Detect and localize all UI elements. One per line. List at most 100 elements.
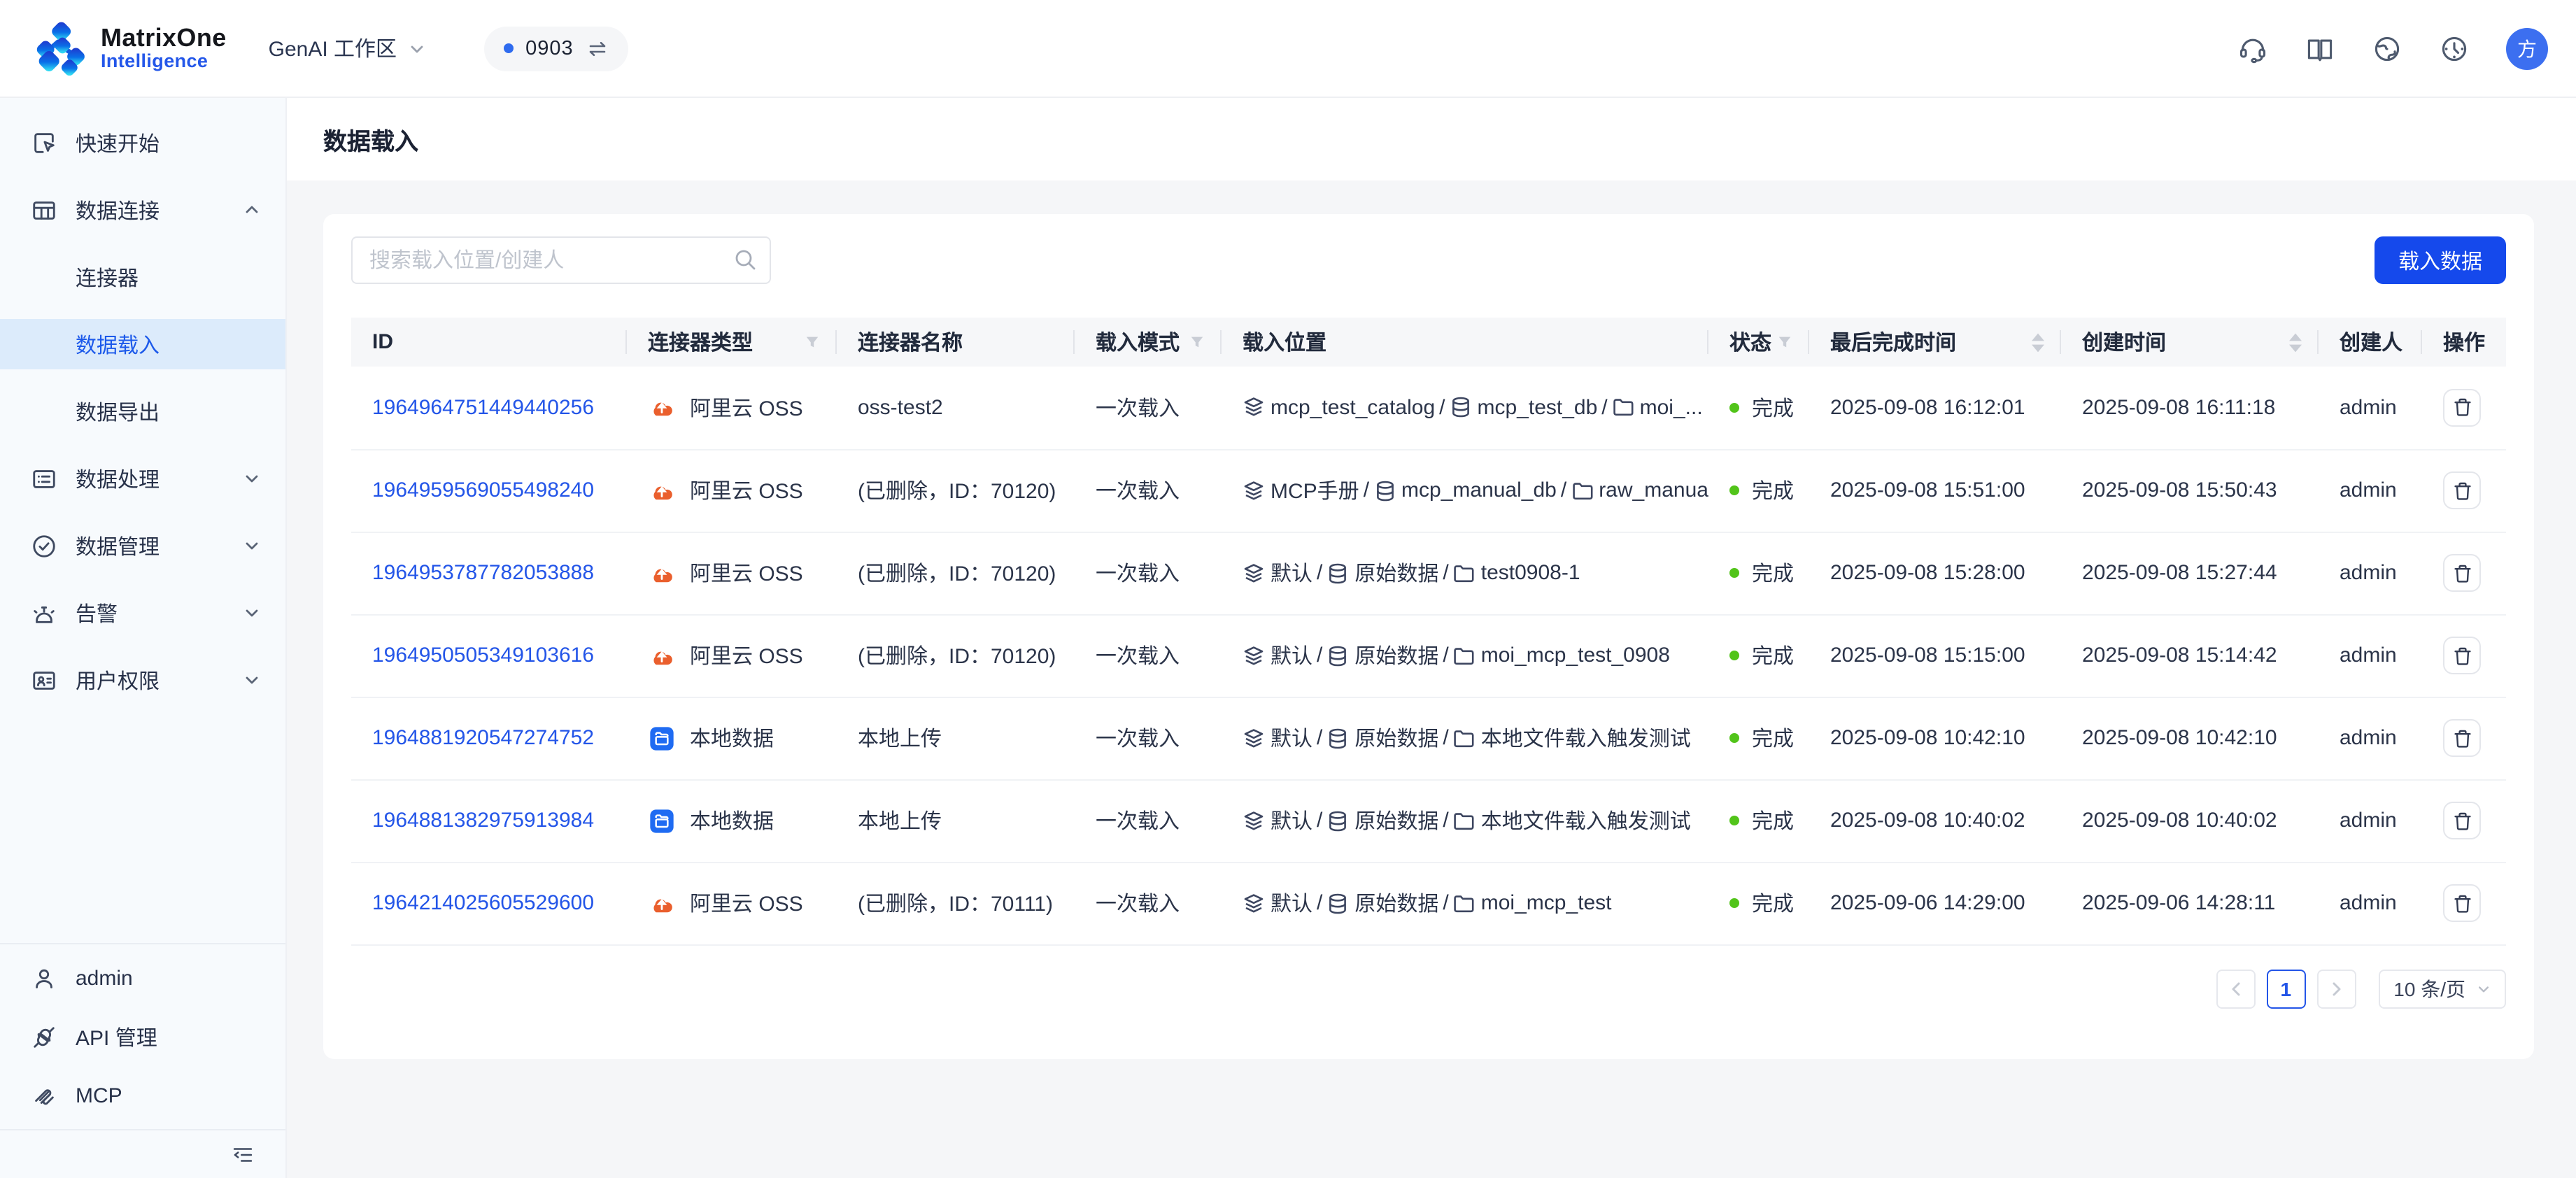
sort-icon[interactable] [2032, 332, 2044, 352]
sidebar-item-data-management[interactable]: 数据管理 [0, 520, 285, 571]
cell-actions [2422, 449, 2506, 532]
row-id-link[interactable]: 1964950505349103616 [372, 644, 594, 667]
delete-row-button[interactable] [2443, 719, 2481, 757]
menu-fold-icon[interactable] [231, 1142, 255, 1166]
cell-connector-type: 阿里云 OSS [627, 367, 837, 449]
database-icon [1326, 644, 1349, 667]
globe-icon[interactable] [2372, 33, 2402, 64]
row-id-link[interactable]: 1964881382975913984 [372, 809, 594, 832]
cell-created: 2025-09-08 15:50:43 [2061, 449, 2319, 532]
column-header-connector-type[interactable]: 连接器类型 [627, 318, 837, 367]
swap-icon [586, 37, 609, 59]
column-header-load-mode[interactable]: 载入模式 [1075, 318, 1222, 367]
status-label: 完成 [1752, 476, 1794, 505]
sidebar-item-label: admin [76, 966, 133, 990]
row-id-link[interactable]: 1964953787782053888 [372, 561, 594, 585]
filter-icon[interactable] [1777, 334, 1792, 350]
status-dot [1729, 898, 1739, 908]
filter-icon[interactable] [805, 334, 820, 350]
cell-load-mode: 一次载入 [1075, 697, 1222, 779]
location-folder: 本地文件载入触发测试 [1481, 723, 1691, 753]
cell-creator: admin [2319, 779, 2422, 862]
connector-type-label: 本地数据 [690, 723, 774, 753]
environment-pill[interactable]: 0903 [483, 26, 628, 71]
pagination-prev-button[interactable] [2216, 969, 2255, 1008]
sidebar-item-label: 用户权限 [76, 665, 160, 695]
user-avatar[interactable]: 方 [2506, 27, 2548, 69]
search-input[interactable] [351, 236, 771, 284]
headset-icon[interactable] [2237, 33, 2268, 64]
cell-id: 1964964751449440256 [351, 367, 627, 449]
delete-row-button[interactable] [2443, 884, 2481, 922]
pagination-page-1[interactable]: 1 [2266, 969, 2305, 1008]
cell-load-location: 默认/ 原始数据/ [1222, 697, 1708, 779]
workspace-selector[interactable]: GenAI 工作区 [269, 34, 425, 63]
search-icon[interactable] [733, 248, 757, 271]
folder-icon [1453, 892, 1475, 914]
sort-icon[interactable] [2289, 332, 2302, 352]
row-id-link[interactable]: 1964881920547274752 [372, 726, 594, 750]
trash-icon [2452, 728, 2472, 748]
sidebar-item-mcp[interactable]: MCP [0, 1070, 285, 1121]
database-icon [1326, 892, 1349, 914]
cell-actions [2422, 367, 2506, 449]
load-data-button[interactable]: 载入数据 [2375, 236, 2506, 284]
status-dot [1729, 816, 1739, 825]
folder-icon [1453, 727, 1475, 749]
sidebar-item-admin[interactable]: admin [0, 953, 285, 1003]
column-header-status[interactable]: 状态 [1708, 318, 1809, 367]
sidebar-item-user-permissions[interactable]: 用户权限 [0, 655, 285, 705]
cell-load-mode: 一次载入 [1075, 449, 1222, 532]
cell-created: 2025-09-08 10:40:02 [2061, 779, 2319, 862]
cell-load-mode: 一次载入 [1075, 779, 1222, 862]
column-header-connector-name: 连接器名称 [837, 318, 1075, 367]
cell-id: 1964959569055498240 [351, 449, 627, 532]
folder-icon [1453, 809, 1475, 832]
sidebar-item-connector[interactable]: 连接器 [0, 252, 285, 302]
row-id-link[interactable]: 1964214025605529600 [372, 891, 594, 915]
column-header-created[interactable]: 创建时间 [2061, 318, 2319, 367]
cell-connector-name: (已删除，ID：70120) [837, 449, 1075, 532]
sidebar-item-api-management[interactable]: API 管理 [0, 1012, 285, 1062]
connector-type-label: 阿里云 OSS [690, 888, 803, 918]
sidebar-item-data-processing[interactable]: 数据处理 [0, 453, 285, 504]
delete-row-button[interactable] [2443, 637, 2481, 674]
column-header-last-finished[interactable]: 最后完成时间 [1809, 318, 2061, 367]
cell-status: 完成 [1708, 449, 1809, 532]
clock-icon[interactable] [2439, 33, 2470, 64]
pagination-next-button[interactable] [2316, 969, 2356, 1008]
delete-row-button[interactable] [2443, 554, 2481, 592]
cell-creator: admin [2319, 862, 2422, 944]
delete-row-button[interactable] [2443, 802, 2481, 839]
cell-connector-name: (已删除，ID：70111) [837, 862, 1075, 944]
sidebar-item-quick-start[interactable]: 快速开始 [0, 118, 285, 168]
sidebar-item-data-connection[interactable]: 数据连接 [0, 185, 285, 235]
row-id-link[interactable]: 1964964751449440256 [372, 396, 594, 420]
data-management-icon [31, 532, 57, 559]
sidebar-item-data-export[interactable]: 数据导出 [0, 386, 285, 437]
delete-row-button[interactable] [2443, 389, 2481, 427]
page-title: 数据载入 [323, 122, 418, 157]
cell-last-finished: 2025-09-08 16:12:01 [1809, 367, 2061, 449]
sidebar-item-alerts[interactable]: 告警 [0, 588, 285, 638]
app-root: MatrixOne Intelligence GenAI 工作区 0903 [0, 0, 2576, 1178]
connector-type-label: 阿里云 OSS [690, 641, 803, 670]
database-icon [1373, 479, 1396, 502]
cell-id: 1964881920547274752 [351, 697, 627, 779]
chevron-left-icon [2228, 981, 2242, 995]
cell-last-finished: 2025-09-08 15:15:00 [1809, 614, 2061, 697]
filter-icon[interactable] [1189, 334, 1205, 350]
sidebar-item-data-loading[interactable]: 数据载入 [0, 319, 285, 369]
location-catalog: 默认 [1271, 723, 1312, 753]
database-icon [1326, 809, 1349, 832]
status-label: 完成 [1752, 393, 1794, 423]
delete-row-button[interactable] [2443, 471, 2481, 509]
cell-created: 2025-09-08 10:42:10 [2061, 697, 2319, 779]
page-size-select[interactable]: 10 条/页 [2378, 969, 2506, 1008]
local-data-icon [648, 724, 676, 752]
mcp-icon [31, 1082, 57, 1109]
row-id-link[interactable]: 1964959569055498240 [372, 478, 594, 502]
cell-connector-name: (已删除，ID：70120) [837, 614, 1075, 697]
brand-logo[interactable]: MatrixOne Intelligence [32, 20, 227, 76]
book-icon[interactable] [2305, 33, 2335, 64]
